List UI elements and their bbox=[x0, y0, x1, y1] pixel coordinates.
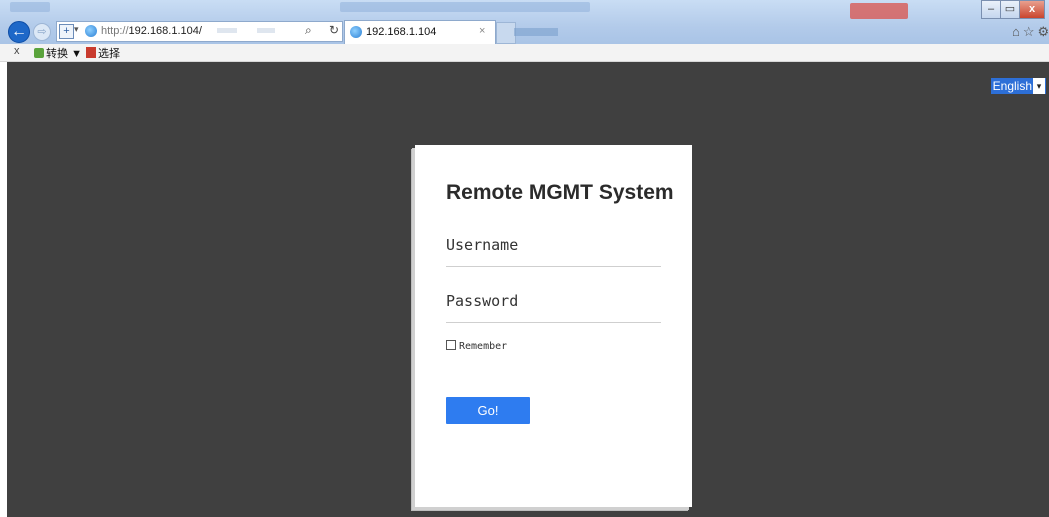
search-icon[interactable]: ⌕ bbox=[305, 23, 312, 38]
ie-page-icon bbox=[85, 25, 97, 37]
page-title: Remote MGMT System bbox=[446, 181, 674, 204]
language-select-value: English bbox=[992, 79, 1032, 93]
command-bar-close-icon[interactable]: x bbox=[14, 45, 20, 57]
convert-icon bbox=[34, 48, 44, 58]
blurred-window-title bbox=[340, 2, 590, 12]
command-bar: x 转换 ▼ 选择 bbox=[0, 44, 1049, 62]
convert-button[interactable]: 转换 ▼ bbox=[34, 45, 82, 61]
forward-arrow-icon: ⇨ bbox=[37, 26, 47, 38]
remember-checkbox[interactable]: Remember bbox=[446, 340, 507, 352]
remember-label: Remember bbox=[459, 341, 508, 352]
login-card: Remote MGMT System Username Password Rem… bbox=[415, 145, 692, 507]
add-favorite-icon[interactable]: + bbox=[59, 24, 74, 39]
select-label: 选择 bbox=[98, 48, 120, 60]
chevron-down-icon[interactable]: ▼ bbox=[71, 48, 82, 60]
login-submit-button[interactable]: Go! bbox=[446, 397, 530, 424]
username-field[interactable]: Username bbox=[446, 236, 661, 267]
password-field[interactable]: Password bbox=[446, 292, 661, 323]
blurred-address-fragment bbox=[257, 28, 275, 33]
window-controls: – ▭ x bbox=[981, 0, 1045, 19]
chevron-down-icon[interactable]: ▾ bbox=[74, 24, 79, 35]
refresh-icon[interactable]: ↻ bbox=[329, 23, 339, 37]
tab-close-icon[interactable]: × bbox=[479, 25, 485, 37]
blurred-notification bbox=[850, 3, 908, 19]
forward-button[interactable]: ⇨ bbox=[33, 23, 51, 41]
address-url[interactable]: http://192.168.1.104/ bbox=[101, 25, 202, 37]
blurred-address-fragment bbox=[217, 28, 237, 33]
language-select[interactable]: English ▾ bbox=[990, 78, 1046, 94]
url-protocol: http:// bbox=[101, 25, 129, 37]
convert-label: 转换 bbox=[46, 48, 68, 60]
chevron-down-icon: ▾ bbox=[1033, 78, 1045, 94]
blurred-tab bbox=[514, 28, 558, 36]
close-window-button[interactable]: x bbox=[1019, 0, 1045, 19]
page-content: English ▾ Remote MGMT System Username Pa… bbox=[7, 62, 1049, 517]
checkbox-icon[interactable] bbox=[446, 340, 456, 350]
ie-tab-icon bbox=[350, 26, 362, 38]
browser-titlebar: ← ⇨ + ▾ http://192.168.1.104/ ⌕ ↻ 192.16… bbox=[0, 0, 1049, 44]
back-button[interactable]: ← bbox=[8, 21, 30, 43]
url-host: 192.168.1.104/ bbox=[128, 25, 202, 37]
blurred-title-region bbox=[10, 2, 50, 12]
minimize-button[interactable]: – bbox=[981, 0, 1001, 19]
back-arrow-icon: ← bbox=[11, 23, 27, 40]
new-tab-button[interactable] bbox=[496, 22, 516, 44]
tab-title: 192.168.1.104 bbox=[366, 26, 437, 38]
home-favorites-settings-icons[interactable]: ⌂☆⚙ bbox=[1012, 24, 1049, 40]
address-bar[interactable]: + ▾ http://192.168.1.104/ ⌕ ↻ bbox=[56, 21, 343, 42]
select-button[interactable]: 选择 bbox=[86, 45, 120, 61]
maximize-button[interactable]: ▭ bbox=[1000, 0, 1020, 19]
select-icon bbox=[86, 47, 96, 58]
tab-current[interactable]: 192.168.1.104 × bbox=[344, 20, 496, 44]
